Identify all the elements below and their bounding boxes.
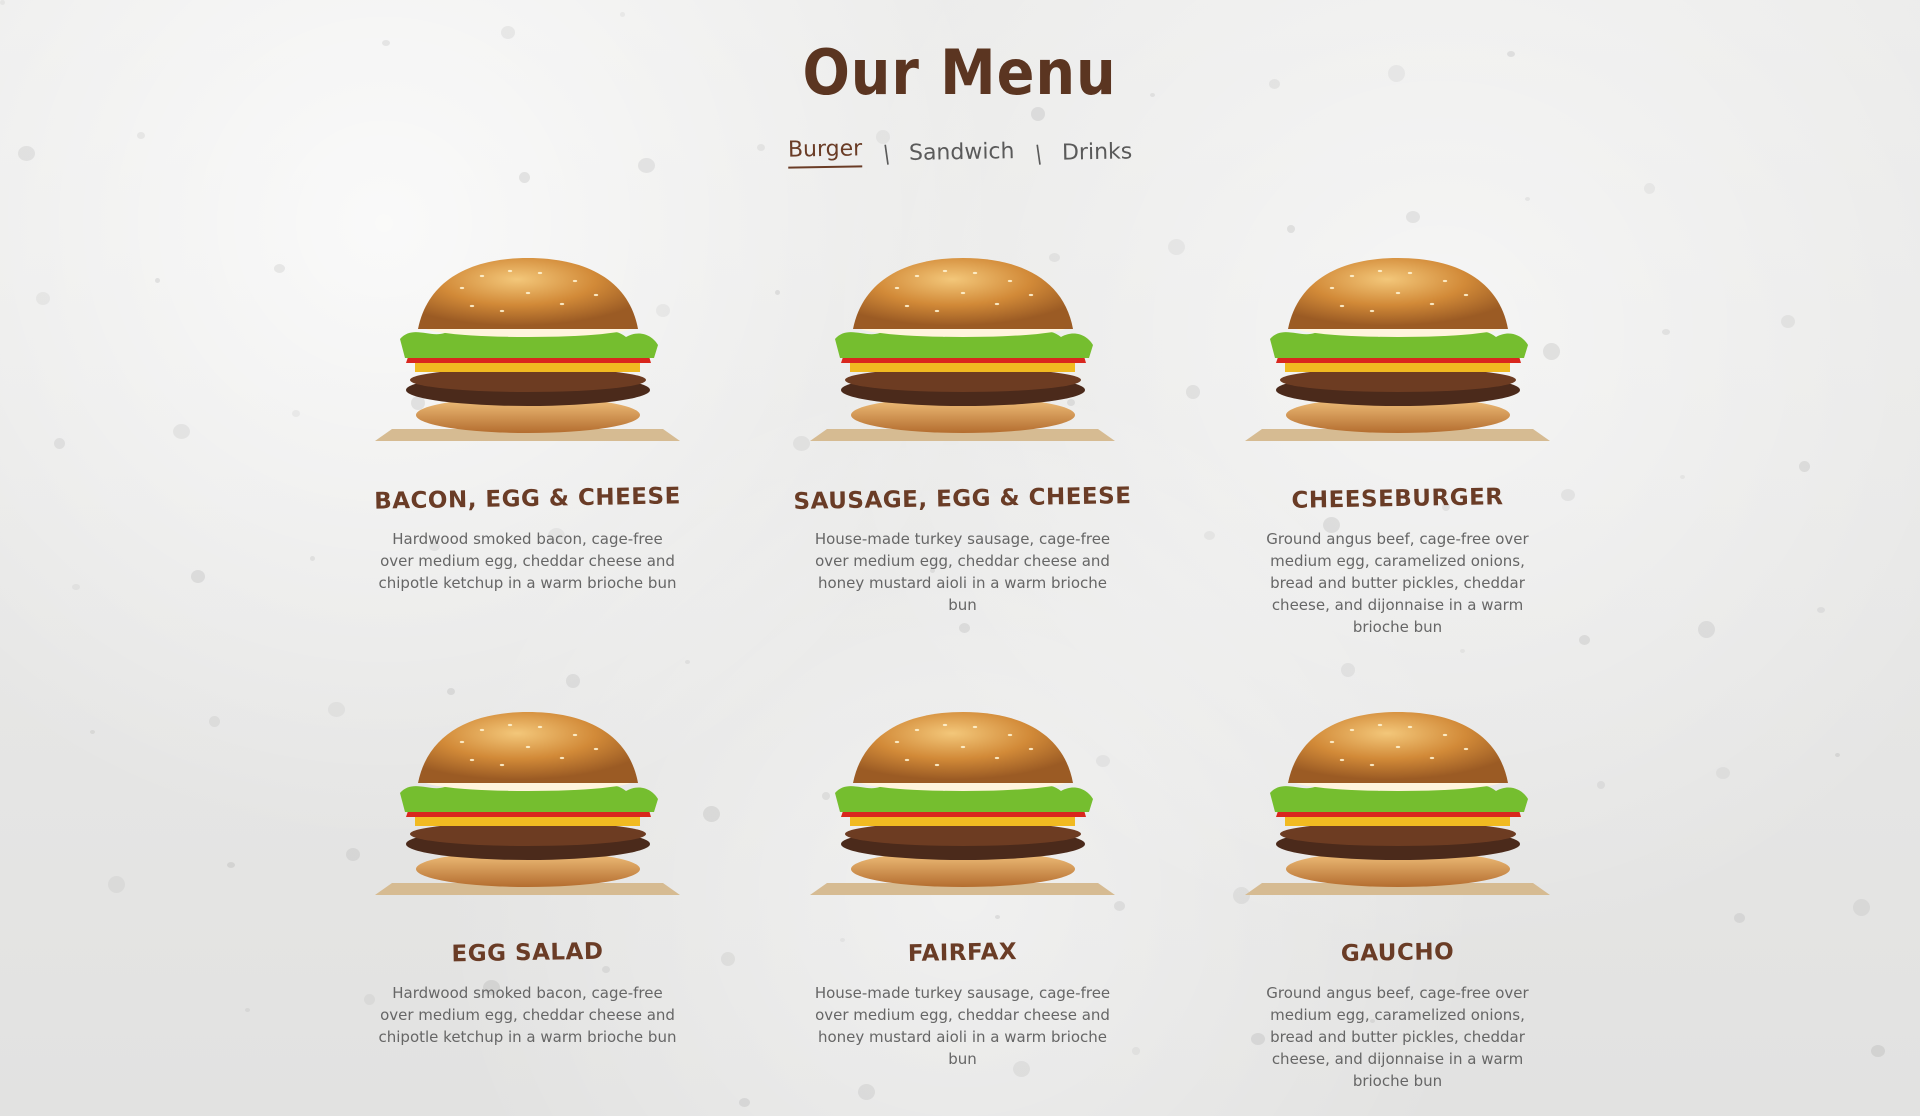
background-speckle	[1871, 1045, 1885, 1057]
background-speckle	[1579, 635, 1590, 645]
burger-icon	[810, 712, 1115, 895]
background-speckle	[72, 584, 80, 590]
burger-icon	[375, 712, 680, 895]
menu-item-card[interactable]: CHEESEBURGER Ground angus beef, cage-fre…	[1225, 245, 1570, 653]
tab-sandwich[interactable]: Sandwich	[909, 139, 1015, 167]
background-speckle	[1406, 211, 1420, 223]
menu-item-description: Hardwood smoked bacon, cage-free over me…	[378, 530, 677, 593]
tab-separator: |	[880, 140, 891, 166]
menu-item-name: CHEESEBURGER	[1291, 484, 1504, 514]
background-speckle	[1734, 913, 1745, 923]
background-speckle	[1817, 607, 1825, 613]
burger-image	[355, 245, 700, 469]
menu-item-card[interactable]: GAUCHO Ground angus beef, cage-free over…	[1225, 699, 1570, 1107]
background-speckle	[155, 278, 160, 283]
menu-item-card[interactable]: EGG SALAD Hardwood smoked bacon, cage-fr…	[355, 699, 700, 1107]
menu-page: Our Menu Burger | Sandwich | Drinks BACO…	[0, 0, 1920, 1116]
menu-item-card[interactable]: FAIRFAX House-made turkey sausage, cage-…	[790, 699, 1135, 1107]
background-speckle	[620, 12, 625, 17]
menu-item-name: BACON, EGG & CHEESE	[373, 483, 682, 515]
menu-item-card[interactable]: SAUSAGE, EGG & CHEESE House-made turkey …	[790, 245, 1135, 653]
background-speckle	[328, 702, 345, 717]
menu-item-description: House-made turkey sausage, cage-free ove…	[814, 984, 1111, 1069]
burger-icon	[810, 258, 1115, 441]
burger-icon	[375, 258, 680, 441]
burger-image	[790, 699, 1135, 923]
background-speckle	[54, 438, 65, 449]
burger-image	[1225, 245, 1570, 469]
menu-item-description: Ground angus beef, cage-free over medium…	[1266, 984, 1529, 1091]
burger-icon	[1245, 258, 1550, 441]
menu-item-description: Ground angus beef, cage-free over medium…	[1266, 530, 1529, 637]
menu-item-description: Hardwood smoked bacon, cage-free over me…	[378, 984, 677, 1047]
background-speckle	[191, 570, 205, 583]
menu-category-tabs: Burger | Sandwich | Drinks	[0, 136, 1920, 170]
background-speckle	[1597, 781, 1605, 789]
background-speckle	[1835, 753, 1840, 757]
menu-item-name: FAIRFAX	[907, 939, 1018, 967]
menu-item-name: SAUSAGE, EGG & CHEESE	[793, 483, 1132, 515]
page-title: Our Menu	[802, 36, 1118, 109]
menu-item-name: GAUCHO	[1340, 939, 1455, 967]
menu-items-grid: BACON, EGG & CHEESE Hardwood smoked baco…	[355, 245, 1565, 1107]
background-speckle	[1781, 315, 1795, 328]
burger-image	[1225, 699, 1570, 923]
tab-separator: |	[1033, 140, 1044, 166]
menu-item-description: House-made turkey sausage, cage-free ove…	[814, 530, 1111, 615]
burger-icon	[1245, 712, 1550, 895]
background-speckle	[1716, 767, 1730, 779]
background-speckle	[1287, 225, 1295, 233]
background-speckle	[0, 0, 5, 5]
background-speckle	[173, 424, 190, 439]
background-speckle	[36, 292, 50, 305]
background-speckle	[501, 26, 515, 39]
burger-image	[790, 245, 1135, 469]
background-speckle	[1799, 461, 1810, 472]
background-speckle	[519, 172, 530, 183]
menu-item-card[interactable]: BACON, EGG & CHEESE Hardwood smoked baco…	[355, 245, 700, 653]
background-speckle	[1698, 621, 1715, 638]
background-speckle	[310, 556, 315, 561]
background-speckle	[245, 1008, 250, 1012]
background-speckle	[274, 264, 285, 273]
background-speckle	[1662, 329, 1670, 335]
background-speckle	[292, 410, 300, 417]
background-speckle	[209, 716, 220, 727]
menu-item-name: EGG SALAD	[451, 938, 604, 968]
menu-header: Our Menu Burger | Sandwich | Drinks	[0, 36, 1920, 170]
background-speckle	[227, 862, 235, 868]
background-speckle	[1525, 197, 1530, 201]
background-speckle	[90, 730, 95, 734]
background-speckle	[1853, 899, 1870, 916]
background-speckle	[108, 876, 125, 893]
tab-drinks[interactable]: Drinks	[1061, 139, 1132, 167]
burger-image	[355, 699, 700, 923]
background-speckle	[1680, 475, 1685, 479]
tab-burger[interactable]: Burger	[787, 136, 863, 170]
background-speckle	[1644, 183, 1655, 194]
